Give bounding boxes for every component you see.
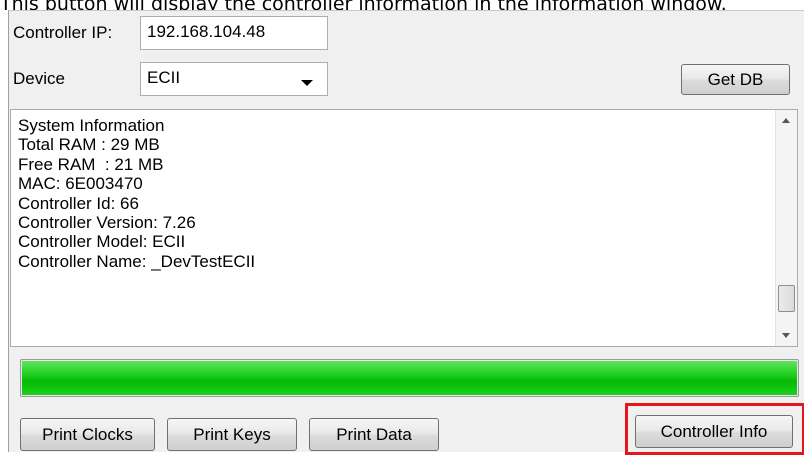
device-select[interactable]: ECII (140, 62, 328, 96)
info-line: Controller Version: 7.26 (18, 213, 196, 233)
device-label: Device (13, 69, 65, 88)
progress-fill (22, 361, 797, 395)
info-scrollbar[interactable] (775, 110, 797, 346)
info-line: Controller Name: _DevTestECII (18, 251, 256, 271)
info-line: Controller Model: ECII (18, 232, 186, 252)
scroll-down-arrow-icon[interactable] (776, 325, 797, 346)
info-line: Controller Id: 66 (18, 193, 139, 213)
print-clocks-button[interactable]: Print Clocks (20, 418, 155, 451)
print-data-button[interactable]: Print Data (309, 418, 439, 451)
controller-ip-field[interactable]: 192.168.104.48 (140, 16, 328, 50)
info-line: Free RAM : 21 MB (18, 154, 164, 174)
info-line: MAC: 6E003470 (18, 174, 143, 194)
scroll-up-arrow-icon[interactable] (776, 110, 797, 131)
controller-ip-label: Controller IP: (13, 23, 113, 42)
info-line: System Information (18, 116, 165, 135)
scrollbar-thumb[interactable] (778, 285, 795, 312)
info-text: System Information Total RAM : 29 MB Free … (18, 116, 255, 271)
info-line: Total RAM : 29 MB (18, 135, 160, 155)
device-select-value: ECII (147, 68, 181, 87)
print-keys-button[interactable]: Print Keys (167, 418, 297, 451)
controller-panel: Controller IP: 192.168.104.48 Device ECI… (8, 10, 804, 455)
info-textarea[interactable]: System Information Total RAM : 29 MB Free … (10, 109, 798, 347)
controller-info-button[interactable]: Controller Info (635, 415, 793, 448)
get-db-button[interactable]: Get DB (681, 64, 790, 95)
progress-bar (20, 359, 799, 397)
chevron-down-icon[interactable] (301, 80, 313, 86)
